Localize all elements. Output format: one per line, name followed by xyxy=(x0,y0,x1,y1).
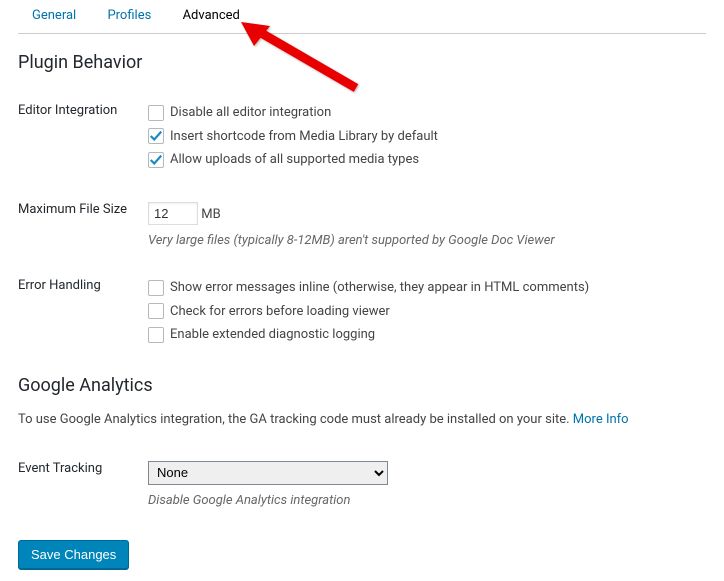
ga-intro-span: To use Google Analytics integration, the… xyxy=(18,412,573,427)
event-tracking-description: Disable Google Analytics integration xyxy=(148,491,706,511)
max-file-size-input[interactable] xyxy=(148,202,198,225)
tab-advanced[interactable]: Advanced xyxy=(169,0,254,33)
editor-integration-label: Editor Integration xyxy=(18,89,148,188)
max-file-size-label: Maximum File Size xyxy=(18,188,148,265)
checkbox-label: Disable all editor integration xyxy=(170,103,331,123)
more-info-link[interactable]: More Info xyxy=(573,412,629,427)
checkbox-label: Check for errors before loading viewer xyxy=(170,302,390,322)
checkbox-diagnostic-logging[interactable] xyxy=(148,327,164,343)
checkbox-label: Insert shortcode from Media Library by d… xyxy=(170,127,438,147)
error-handling-label: Error Handling xyxy=(18,264,148,363)
tab-bar: General Profiles Advanced xyxy=(18,0,706,34)
checkbox-label: Allow uploads of all supported media typ… xyxy=(170,150,419,170)
max-file-size-description: Very large files (typically 8-12MB) aren… xyxy=(148,231,706,251)
checkbox-label: Enable extended diagnostic logging xyxy=(170,325,375,345)
tab-profiles[interactable]: Profiles xyxy=(93,0,165,33)
event-tracking-select[interactable]: None xyxy=(148,461,388,485)
save-changes-button[interactable]: Save Changes xyxy=(18,540,129,569)
ga-intro-text: To use Google Analytics integration, the… xyxy=(18,412,706,427)
plugin-behavior-heading: Plugin Behavior xyxy=(18,52,706,73)
checkbox-label: Show error messages inline (otherwise, t… xyxy=(170,278,589,298)
checkbox-insert-shortcode[interactable] xyxy=(148,128,164,144)
tab-general[interactable]: General xyxy=(18,0,90,33)
checkbox-check-errors[interactable] xyxy=(148,303,164,319)
event-tracking-label: Event Tracking xyxy=(18,447,148,525)
google-analytics-heading: Google Analytics xyxy=(18,375,706,396)
checkbox-disable-editor-integration[interactable] xyxy=(148,105,164,121)
max-file-size-unit: MB xyxy=(201,207,220,222)
checkbox-allow-uploads[interactable] xyxy=(148,152,164,168)
checkbox-show-errors-inline[interactable] xyxy=(148,280,164,296)
